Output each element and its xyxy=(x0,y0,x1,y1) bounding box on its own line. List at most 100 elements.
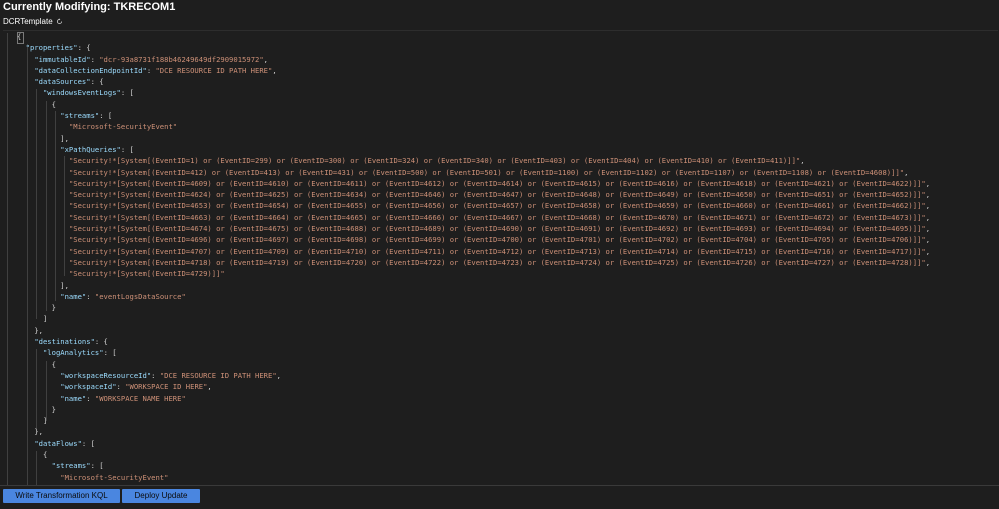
code-line: "xPathQueries": [ xyxy=(17,144,930,155)
json-string: "DCE RESOURCE ID PATH HERE" xyxy=(155,65,273,75)
code-line: "Security!*[System[(EventID=4729)]]" xyxy=(17,268,930,279)
code-line: "Security!*[System[(EventID=4674) or (Ev… xyxy=(17,223,930,234)
json-punctuation xyxy=(17,371,60,380)
json-punctuation xyxy=(17,247,69,256)
code-line: ] xyxy=(17,313,930,324)
json-punctuation: : { xyxy=(90,77,104,87)
code-line: "destinations": { xyxy=(17,336,930,347)
code-line: "Security!*[System[(EventID=4609) or (Ev… xyxy=(17,178,930,189)
json-punctuation xyxy=(17,213,69,222)
json-string: "DCE RESOURCE ID PATH HERE" xyxy=(159,370,277,380)
json-punctuation: , xyxy=(925,190,931,200)
json-punctuation xyxy=(17,224,69,233)
json-punctuation: ], xyxy=(17,280,69,290)
json-punctuation: { xyxy=(17,359,56,369)
json-punctuation: { xyxy=(17,99,56,109)
json-key: "dataFlows" xyxy=(34,438,82,448)
code-line: "Security!*[System[(EventID=4718) or (Ev… xyxy=(17,257,930,268)
json-key: "name" xyxy=(60,393,87,403)
footer-toolbar: Write Transformation KQL Deploy Update xyxy=(0,485,999,509)
json-punctuation xyxy=(17,111,60,120)
json-punctuation: , xyxy=(925,257,931,267)
json-punctuation: : xyxy=(151,370,160,380)
json-punctuation: , xyxy=(925,201,931,211)
json-punctuation: : [ xyxy=(99,111,113,121)
json-key: "workspaceResourceId" xyxy=(60,370,152,380)
code-line: "streams": [ xyxy=(17,110,930,121)
json-punctuation: : { xyxy=(94,337,108,347)
code-content: { "properties": { "immutableId": "dcr-93… xyxy=(17,31,930,483)
json-punctuation: , xyxy=(904,167,909,177)
json-string: "Microsoft-SecurityEvent" xyxy=(68,122,178,132)
code-line: ], xyxy=(17,280,930,291)
json-punctuation xyxy=(17,269,69,278)
json-string: "Security!*[System[(EventID=4663) or (Ev… xyxy=(68,212,926,222)
code-line: "streams": [ xyxy=(17,460,930,471)
code-line: "workspaceId": "WORKSPACE ID HERE", xyxy=(17,381,930,392)
json-punctuation xyxy=(17,145,60,154)
json-string: "WORKSPACE ID HERE" xyxy=(125,382,208,392)
json-key: "immutableId" xyxy=(34,54,91,64)
json-punctuation xyxy=(17,348,43,357)
code-line: "Security!*[System[(EventID=4624) or (Ev… xyxy=(17,189,930,200)
template-selector[interactable]: DCRTemplate xyxy=(3,16,63,27)
json-punctuation xyxy=(17,235,69,244)
json-punctuation: { xyxy=(17,449,48,459)
json-punctuation xyxy=(17,179,69,188)
deploy-update-button[interactable]: Deploy Update xyxy=(122,489,200,503)
template-name: DCRTemplate xyxy=(3,16,53,26)
json-punctuation: : [ xyxy=(120,88,134,98)
json-punctuation xyxy=(17,258,69,267)
json-punctuation: , xyxy=(276,370,281,380)
code-line: "dataCollectionEndpointId": "DCE RESOURC… xyxy=(17,65,930,76)
json-punctuation xyxy=(17,473,60,482)
code-line: "Security!*[System[(EventID=4653) or (Ev… xyxy=(17,200,930,211)
json-punctuation: , xyxy=(925,235,931,245)
json-string: "Security!*[System[(EventID=4674) or (Ev… xyxy=(68,224,926,234)
code-line: { xyxy=(17,99,930,110)
json-punctuation xyxy=(17,461,52,470)
json-string: "Security!*[System[(EventID=4624) or (Ev… xyxy=(68,190,926,200)
code-line: { xyxy=(17,31,930,42)
json-key: "dataCollectionEndpointId" xyxy=(34,65,147,75)
json-punctuation: , xyxy=(207,382,212,392)
json-punctuation: , xyxy=(925,212,931,222)
json-punctuation xyxy=(17,190,69,199)
json-string: "dcr-93a8731f188b46249649df2909015972" xyxy=(99,54,264,64)
json-string: "Microsoft-SecurityEvent" xyxy=(60,472,169,482)
json-string: "Security!*[System[(EventID=4653) or (Ev… xyxy=(68,201,926,211)
json-punctuation xyxy=(17,337,34,346)
json-string: "Security!*[System[(EventID=4696) or (Ev… xyxy=(68,235,926,245)
code-line: "properties": { xyxy=(17,42,930,53)
json-punctuation: : xyxy=(90,54,100,64)
indent-guide xyxy=(7,33,8,485)
json-punctuation: : [ xyxy=(103,348,117,358)
code-editor[interactable]: { "properties": { "immutableId": "dcr-93… xyxy=(3,30,998,486)
json-punctuation: , xyxy=(925,246,931,256)
page-title: Currently Modifying: TKRECOM1 xyxy=(3,1,176,13)
json-punctuation: }, xyxy=(17,325,43,335)
json-key: "streams" xyxy=(51,461,91,471)
code-line: { xyxy=(17,359,930,370)
json-punctuation: { xyxy=(17,32,22,41)
refresh-icon[interactable] xyxy=(56,18,63,25)
json-punctuation: , xyxy=(925,178,931,188)
json-string: "Security!*[System[(EventID=4718) or (Ev… xyxy=(68,257,926,267)
code-line: "Security!*[System[(EventID=4663) or (Ev… xyxy=(17,212,930,223)
json-punctuation: , xyxy=(925,224,931,234)
header: Currently Modifying: TKRECOM1 DCRTemplat… xyxy=(0,0,999,30)
json-punctuation xyxy=(17,156,69,165)
code-line: "immutableId": "dcr-93a8731f188b46249649… xyxy=(17,54,930,65)
json-key: "streams" xyxy=(60,111,100,121)
code-line: "Security!*[System[(EventID=412) or (Eve… xyxy=(17,167,930,178)
json-punctuation: : [ xyxy=(90,461,104,471)
code-line: "dataSources": { xyxy=(17,76,930,87)
code-line: "windowsEventLogs": [ xyxy=(17,87,930,98)
write-transformation-kql-button[interactable]: Write Transformation KQL xyxy=(3,489,120,503)
code-line: "dataFlows": [ xyxy=(17,438,930,449)
json-punctuation: }, xyxy=(17,427,43,437)
json-key: "destinations" xyxy=(34,337,95,347)
json-punctuation: ] xyxy=(17,416,48,426)
json-punctuation xyxy=(17,394,60,403)
json-punctuation: , xyxy=(272,65,277,75)
